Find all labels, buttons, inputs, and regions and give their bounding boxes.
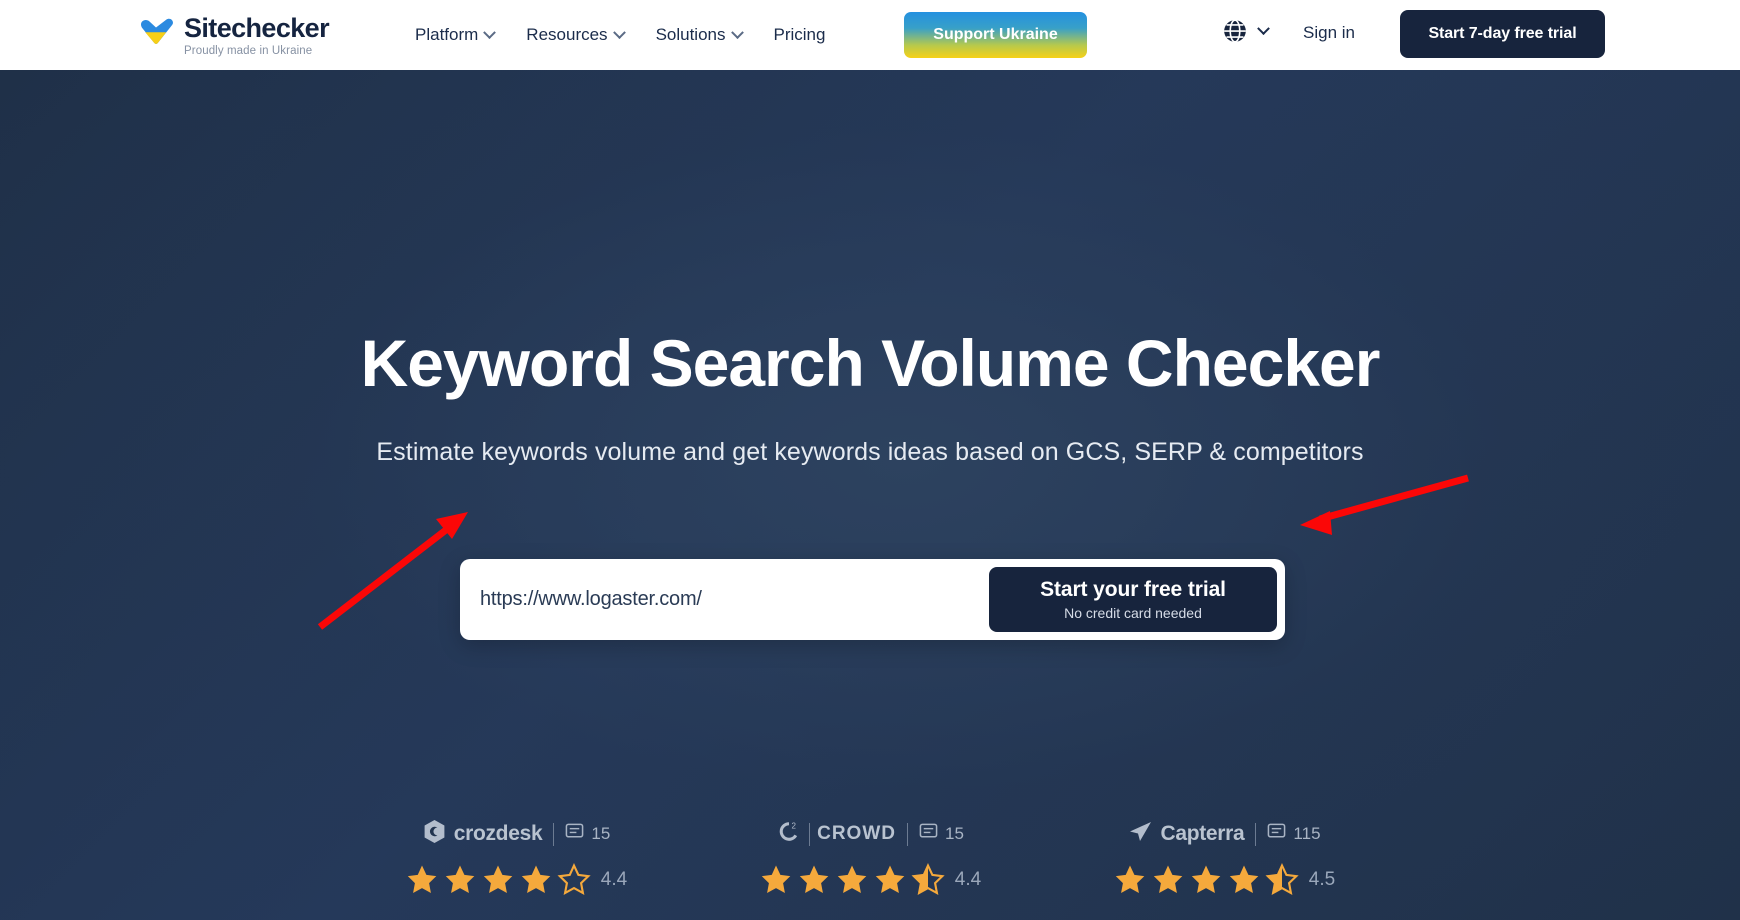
star-half-icon: [1265, 863, 1299, 896]
start-free-trial-search-button[interactable]: Start your free trial No credit card nee…: [989, 567, 1277, 632]
divider: [553, 822, 555, 846]
crozdesk-name: crozdesk: [453, 822, 543, 845]
capterra-count-value: 115: [1293, 824, 1321, 843]
hero-section: Keyword Search Volume Checker Estimate k…: [0, 70, 1740, 920]
star-empty-icon: [557, 863, 591, 896]
crozdesk-icon: [422, 819, 447, 849]
start-free-trial-label: Start your free trial: [1040, 578, 1226, 601]
divider: [809, 822, 811, 846]
crozdesk-count-value: 15: [591, 824, 611, 843]
star-full-icon: [1153, 865, 1183, 894]
chevron-down-icon: [483, 25, 497, 39]
comment-icon: [1267, 822, 1286, 846]
page-title: Keyword Search Volume Checker: [360, 326, 1381, 400]
nav-item-solutions[interactable]: Solutions: [655, 25, 744, 45]
star-full-icon: [483, 865, 513, 894]
crozdesk-stars: 4.4: [405, 863, 627, 897]
star-full-icon: [875, 865, 905, 894]
main-nav: Platform Resources Solutions Pricing: [415, 0, 825, 70]
capterra-name: Capterra: [1160, 822, 1245, 845]
divider: [1255, 822, 1257, 846]
g2-crowd-icon: 2: [776, 819, 802, 850]
svg-text:2: 2: [792, 821, 797, 830]
capterra-rating: 4.5: [1308, 869, 1336, 890]
crozdesk-logo: crozdesk: [422, 819, 543, 849]
review-badge-crozdesk[interactable]: crozdesk 15 4.4: [391, 818, 641, 897]
capterra-logo: Capterra: [1127, 821, 1245, 848]
heart-ukraine-icon: [138, 18, 174, 52]
star-full-icon: [407, 865, 437, 894]
review-header: Capterra 115: [1127, 818, 1321, 850]
g2crowd-rating: 4.4: [954, 869, 982, 890]
page-root: Keyword Search Volume Checker Estimate k…: [0, 0, 1740, 920]
no-credit-card-label: No credit card needed: [1064, 605, 1202, 621]
review-badges: crozdesk 15 4.4 2 CROWD 15 4.4 Capterra …: [0, 818, 1740, 897]
brand-name: Sitechecker: [184, 13, 330, 43]
star-full-icon: [445, 865, 475, 894]
review-badge-capterra[interactable]: Capterra 115 4.5: [1099, 818, 1349, 897]
page-subtitle: Estimate keywords volume and get keyword…: [376, 438, 1364, 466]
star-full-icon: [799, 865, 829, 894]
capterra-stars: 4.5: [1113, 863, 1335, 897]
capterra-review-count: 115: [1267, 822, 1321, 846]
g2crowd-review-count: 15: [919, 822, 964, 846]
start-trial-header-button[interactable]: Start 7-day free trial: [1400, 10, 1605, 58]
g2-crowd-name: CROWD: [817, 823, 896, 844]
nav-label-platform: Platform: [415, 25, 479, 44]
divider: [906, 822, 908, 846]
nav-label-solutions: Solutions: [655, 25, 726, 44]
star-half-icon: [911, 863, 945, 896]
site-header: Sitechecker Proudly made in Ukraine Plat…: [0, 0, 1740, 70]
review-header: crozdesk 15: [422, 818, 610, 850]
review-header: 2 CROWD 15: [776, 818, 964, 850]
star-full-icon: [521, 865, 551, 894]
nav-item-pricing[interactable]: Pricing: [774, 25, 826, 45]
crozdesk-review-count: 15: [565, 822, 610, 846]
comment-icon: [565, 822, 584, 846]
url-search-box[interactable]: Start your free trial No credit card nee…: [460, 559, 1285, 640]
star-full-icon: [761, 865, 791, 894]
crozdesk-rating: 4.4: [600, 869, 628, 890]
star-full-icon: [1191, 865, 1221, 894]
nav-label-pricing: Pricing: [773, 25, 826, 44]
nav-label-resources: Resources: [526, 25, 608, 44]
nav-item-platform[interactable]: Platform: [415, 25, 497, 45]
brand-tagline: Proudly made in Ukraine: [184, 45, 313, 57]
g2crowd-stars: 4.4: [759, 863, 981, 897]
comment-icon: [919, 822, 938, 846]
sign-in-link[interactable]: Sign in: [1303, 23, 1355, 43]
chevron-down-icon: [612, 25, 626, 39]
language-selector[interactable]: [1222, 18, 1270, 44]
star-full-icon: [837, 865, 867, 894]
nav-item-resources[interactable]: Resources: [526, 25, 626, 45]
g2-crowd-logo: 2 CROWD: [776, 819, 896, 850]
chevron-down-icon: [1257, 21, 1270, 35]
review-badge-g2crowd[interactable]: 2 CROWD 15 4.4: [745, 818, 995, 897]
chevron-down-icon: [730, 25, 744, 39]
star-full-icon: [1229, 865, 1259, 894]
star-full-icon: [1115, 865, 1145, 894]
support-ukraine-button[interactable]: Support Ukraine: [904, 12, 1087, 58]
g2crowd-count-value: 15: [944, 824, 964, 843]
brand-logo[interactable]: Sitechecker Proudly made in Ukraine: [138, 13, 330, 59]
capterra-icon: [1127, 821, 1153, 848]
globe-icon: [1222, 18, 1248, 44]
search-input[interactable]: [460, 559, 989, 640]
